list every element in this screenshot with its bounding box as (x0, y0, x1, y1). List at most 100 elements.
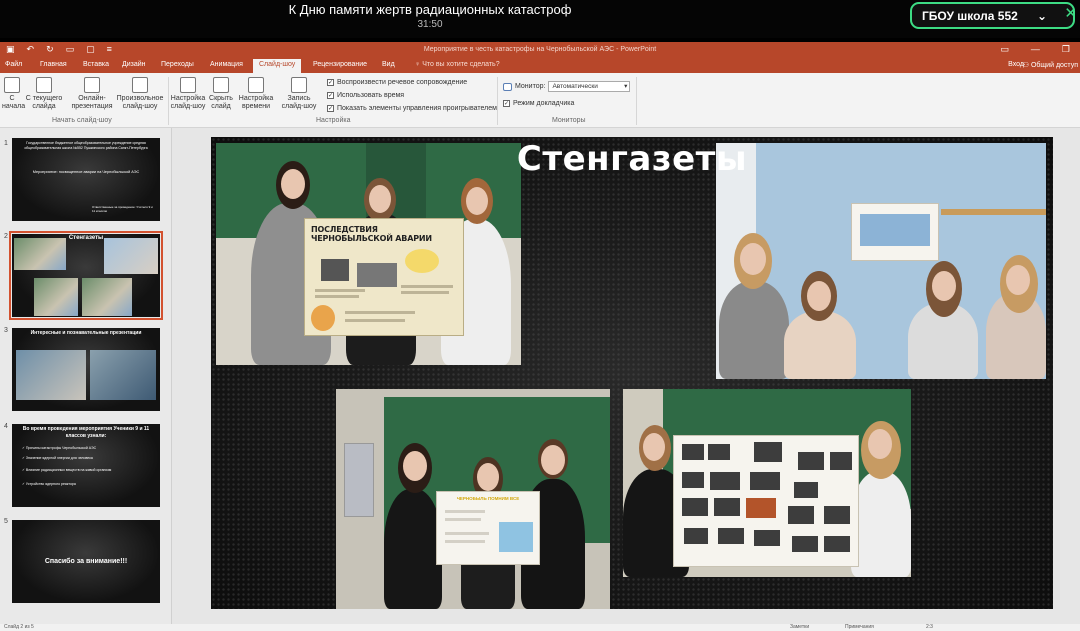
record-slideshow-button[interactable]: Запись слайд-шоу (276, 77, 322, 112)
slide-number: 1 (4, 140, 8, 147)
notes-button[interactable]: Заметки (790, 624, 809, 630)
slide-number: 4 (4, 423, 8, 430)
slide-number: 2 (4, 233, 8, 240)
status-bar: Слайд 2 из 5 Заметки Примечания 2:3 (0, 624, 1080, 631)
custom-slideshow-button[interactable]: Произвольное слайд-шоу (116, 77, 164, 112)
comments-button[interactable]: Примечания (845, 624, 874, 630)
minimize-icon[interactable]: — (1031, 44, 1040, 55)
collage-photo (824, 506, 850, 524)
hide-slide-icon (213, 77, 229, 93)
student-face (1006, 265, 1030, 295)
student-face (868, 429, 892, 459)
ribbon: С начала С текущего слайда Онлайн-презен… (0, 73, 1080, 128)
powerpoint-title-bar: ▣ ↶ ↻ ▭ ▢ ≡ Мероприятие в честь катастро… (0, 42, 1080, 58)
thumb-bullet: ✓ Причины катастрофы Чернобыльской АЭС (22, 446, 97, 450)
poster-text-line (445, 518, 481, 521)
thumb-text: Мероприятие: посвященное аварии на Черно… (32, 170, 140, 174)
poster-photo (321, 259, 349, 281)
present-online-button[interactable]: Онлайн-презентация (70, 77, 114, 112)
share-button[interactable]: ⚇ Общий доступ (1023, 61, 1078, 69)
presenter-view-checkbox[interactable]: ✓ Режим докладчика (503, 100, 574, 107)
channel-selector[interactable]: ГБОУ школа 552 ⌄ ✕ (910, 2, 1077, 29)
tab-home[interactable]: Главная (40, 61, 67, 68)
show-media-controls-checkbox[interactable]: ✓ Показать элементы управления проигрыва… (327, 105, 497, 112)
poster-text-line (315, 289, 365, 292)
tab-slideshow[interactable]: Слайд-шоу (253, 59, 302, 73)
hide-slide-button[interactable]: Скрыть слайд (208, 77, 234, 112)
slide-thumbnails-pane: 1 Государственное бюджетное общеобразова… (0, 128, 172, 624)
tell-me-box[interactable]: ♀ Что вы хотите сделать? (415, 61, 500, 68)
collage-photo (830, 452, 852, 470)
channel-name: ГБОУ школа 552 (922, 8, 1018, 23)
ribbon-options-icon[interactable]: ▭ (1000, 44, 1009, 55)
slide-number: 5 (4, 518, 8, 525)
thumb-text: Ответственные за проведение: Учителя 9 и… (92, 205, 153, 213)
collage-photo (710, 472, 740, 490)
thumb-title: Интересные и познавательные презентации (30, 330, 142, 336)
custom-slideshow-label: Произвольное слайд-шоу (116, 95, 164, 111)
sign-in-link[interactable]: Вход (1008, 61, 1024, 68)
tab-design[interactable]: Дизайн (122, 61, 146, 68)
collage-photo (792, 536, 818, 552)
close-icon[interactable]: ✕ (1064, 4, 1077, 22)
screen: К Дню памяти жертв радиационных катастро… (0, 0, 1080, 631)
meeting-bar: К Дню памяти жертв радиационных катастро… (0, 0, 1080, 38)
collage-photo (754, 530, 780, 546)
student (851, 471, 911, 577)
thumb-bullet: ✓ Значение ядерной энергии для человека (22, 456, 93, 460)
slide-thumbnail-5[interactable]: Спасибо за внимание!!! (12, 520, 160, 603)
wall-drawing (851, 203, 939, 261)
from-current-button[interactable]: С текущего слайда (24, 77, 64, 112)
poster-text-line (445, 532, 489, 535)
student-face (369, 185, 391, 213)
collage-photo (682, 444, 704, 460)
checkbox-checked-icon: ✓ (327, 105, 334, 112)
tab-animations[interactable]: Анимация (210, 61, 243, 68)
collage-photo (682, 472, 704, 488)
student-face (643, 433, 665, 461)
slide-title: Стенгазеты (516, 139, 748, 179)
slide-counter: Слайд 2 из 5 (4, 624, 34, 630)
tab-transitions[interactable]: Переходы (161, 61, 194, 68)
collage-photo (718, 528, 744, 544)
poster-title: ЧЕРНОБЫЛЬ ПОМНИМ ВСЕ (456, 496, 520, 501)
custom-slideshow-icon (132, 77, 148, 93)
work-area: 1 Государственное бюджетное общеобразова… (0, 128, 1080, 624)
student-face (477, 463, 499, 491)
chevron-down-icon[interactable]: ⌄ (1037, 9, 1047, 23)
poster-text-line (445, 510, 485, 513)
thumb-bullet: ✓ Устройство ядерного реактора (22, 482, 76, 486)
tab-file[interactable]: Файл (5, 61, 22, 68)
poster-text-line (445, 540, 485, 543)
tab-review[interactable]: Рецензирование (313, 61, 367, 68)
ribbon-separator (636, 77, 637, 125)
ribbon-separator (168, 77, 169, 125)
slide-thumbnail-4[interactable]: Во время проведения мероприятия Ученики … (12, 424, 160, 507)
from-beginning-button[interactable]: С начала (2, 77, 25, 112)
tab-view[interactable]: Вид (382, 61, 395, 68)
photo-collage-poster (673, 435, 859, 567)
slide-thumbnail-1[interactable]: Государственное бюджетное общеобразовате… (12, 138, 160, 221)
collage-photo (824, 536, 850, 552)
monitor-dropdown[interactable]: Автоматически (548, 81, 631, 92)
tab-insert[interactable]: Вставка (83, 61, 109, 68)
setup-slideshow-button[interactable]: Настройка слайд-шоу (170, 77, 206, 112)
rehearse-timings-button[interactable]: Настройка времени (238, 77, 274, 112)
collage-photo (754, 442, 782, 462)
slide-thumbnail-3[interactable]: Интересные и познавательные презентации (12, 328, 160, 411)
student-face (466, 187, 488, 215)
thumb-photo (104, 238, 158, 274)
restore-icon[interactable]: ❐ (1062, 44, 1070, 55)
thumb-title: Спасибо за внимание!!! (44, 558, 128, 565)
current-slide[interactable]: ПОСЛЕДСТВИЯ ЧЕРНОБЫЛЬСКОЙ АВАРИИ Стенгаз… (211, 137, 1053, 609)
student-face (541, 445, 565, 475)
poster-text-line (345, 319, 405, 322)
ribbon-separator (497, 77, 498, 125)
slide-thumbnail-2[interactable]: Стенгазеты (9, 231, 163, 320)
poster-fox-drawing (311, 305, 335, 331)
thumb-bullet: ✓ Влияние радиационных веществ на живой … (22, 468, 112, 472)
show-media-controls-label: Показать элементы управления проигрывате… (337, 105, 497, 112)
play-narrations-checkbox[interactable]: ✓ Воспроизвести речевое сопровождение (327, 79, 467, 86)
use-timings-checkbox[interactable]: ✓ Использовать время (327, 92, 404, 99)
poster-text-line (401, 291, 449, 294)
